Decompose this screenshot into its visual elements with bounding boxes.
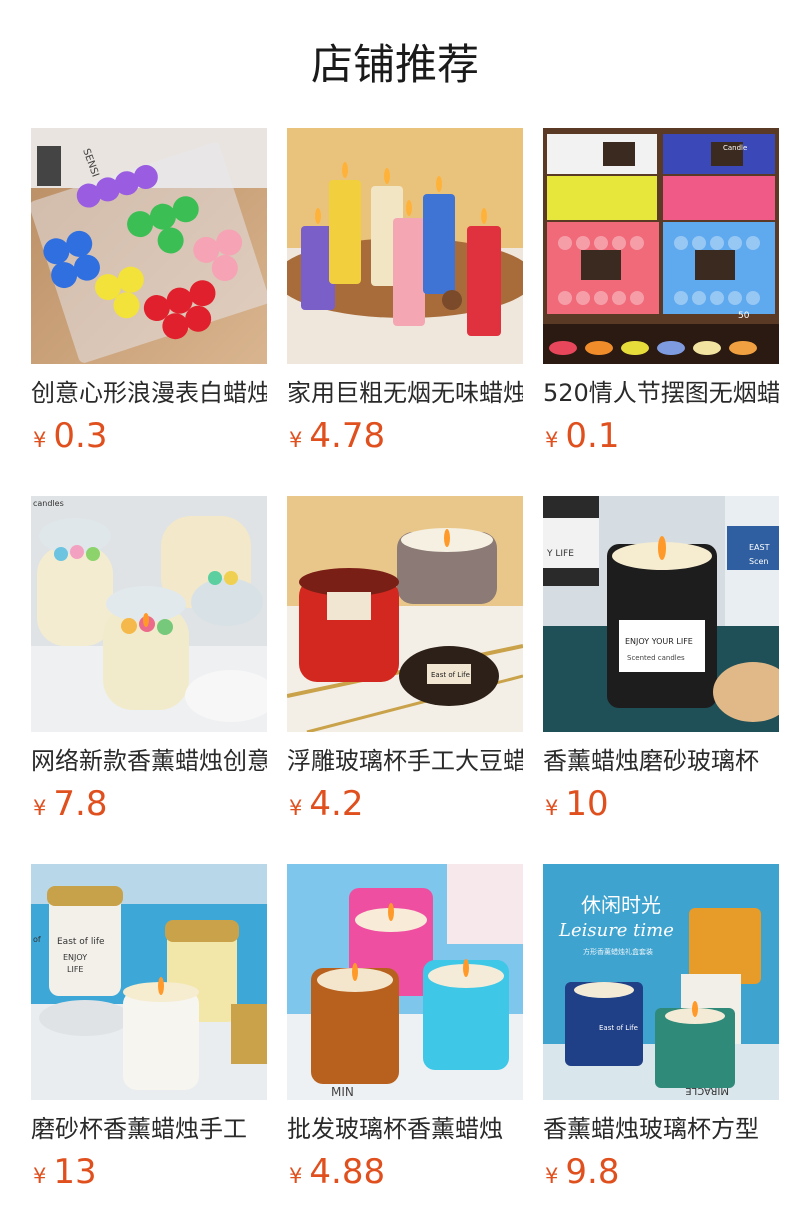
section-title: 店铺推荐 xyxy=(310,40,479,89)
brand-text: Candle xyxy=(723,144,747,152)
product-name[interactable]: 批发玻璃杯香薰蜡烛 xyxy=(287,1112,523,1146)
heading-text: 休闲时光 xyxy=(581,893,661,917)
product-price: ¥7.8 xyxy=(33,782,107,826)
lid-text: East of Life xyxy=(431,671,470,679)
black-glass-candle-image: Y LIFE EAST Scen ENJOY YOUR LIFE Scented… xyxy=(543,496,779,732)
product-price: ¥13 xyxy=(33,1150,97,1194)
jar-text: East of Life xyxy=(599,1024,638,1032)
side-text: EAST xyxy=(749,543,770,552)
product-price: ¥4.88 xyxy=(289,1150,385,1194)
product-price: ¥4.78 xyxy=(289,414,385,458)
jar-text-1: East of life xyxy=(57,937,105,947)
price-value: 0.1 xyxy=(565,416,620,456)
product-image[interactable] xyxy=(287,128,523,364)
pillar-candles-image xyxy=(287,128,523,364)
product-image[interactable]: 休闲时光 Leisure time 方形香薰蜡烛礼盒套装 East of Lif… xyxy=(543,864,779,1100)
product-name[interactable]: 磨砂杯香薰蜡烛手工 xyxy=(31,1112,267,1146)
label-bottom-text: Scented candles xyxy=(627,654,685,662)
box-text: Y LIFE xyxy=(546,549,574,559)
product-price: ¥0.3 xyxy=(33,414,107,458)
currency-symbol: ¥ xyxy=(33,796,47,820)
currency-symbol: ¥ xyxy=(289,796,303,820)
price-value: 9.8 xyxy=(565,1152,620,1192)
price-value: 10 xyxy=(565,784,609,824)
count-text: 50 xyxy=(738,311,750,321)
currency-symbol: ¥ xyxy=(289,1164,303,1188)
footer-text: MIRACLE xyxy=(685,1085,729,1096)
script-text: Leisure time xyxy=(558,920,674,941)
side-subtext: Scen xyxy=(749,557,768,566)
product-image[interactable]: Candle 50 xyxy=(543,128,779,364)
product-image[interactable]: SENSI xyxy=(31,128,267,364)
price-value: 0.3 xyxy=(53,416,108,456)
currency-symbol: ¥ xyxy=(545,428,559,452)
product-image[interactable]: East of Life xyxy=(287,496,523,732)
product-name[interactable]: 香薰蜡烛玻璃杯方型 xyxy=(543,1112,779,1146)
colored-glass-candles-image: MIN xyxy=(287,864,523,1100)
price-value: 4.78 xyxy=(309,416,386,456)
product-name[interactable]: 家用巨粗无烟无味蜡烛 xyxy=(287,376,523,410)
currency-symbol: ¥ xyxy=(33,428,47,452)
price-value: 4.2 xyxy=(309,784,364,824)
product-price: ¥4.2 xyxy=(289,782,363,826)
product-image[interactable]: MIN xyxy=(287,864,523,1100)
tealight-candle-boxes-image: Candle 50 xyxy=(543,128,779,364)
price-value: 4.88 xyxy=(309,1152,386,1192)
product-name[interactable]: 创意心形浪漫表白蜡烛 xyxy=(31,376,267,410)
heart-tealight-candles-image: SENSI xyxy=(31,128,267,364)
product-name[interactable]: 网络新款香薰蜡烛创意 xyxy=(31,744,267,778)
product-price: ¥10 xyxy=(545,782,609,826)
label-top-text: ENJOY YOUR LIFE xyxy=(625,637,693,646)
embossed-glass-candles-image: East of Life xyxy=(287,496,523,732)
price-value: 7.8 xyxy=(53,784,108,824)
square-glass-candles-image: 休闲时光 Leisure time 方形香薰蜡烛礼盒套装 East of Lif… xyxy=(543,864,779,1100)
corner-text: MIN xyxy=(331,1085,354,1099)
jar-text-3: LIFE xyxy=(67,965,83,974)
product-image[interactable]: Y LIFE EAST Scen ENJOY YOUR LIFE Scented… xyxy=(543,496,779,732)
currency-symbol: ¥ xyxy=(545,796,559,820)
product-name[interactable]: 浮雕玻璃杯手工大豆蜡 xyxy=(287,744,523,778)
currency-symbol: ¥ xyxy=(545,1164,559,1188)
frosted-jar-candles-image: East of life ENJOY LIFE of xyxy=(31,864,267,1100)
product-price: ¥9.8 xyxy=(545,1150,619,1194)
currency-symbol: ¥ xyxy=(33,1164,47,1188)
product-image[interactable]: East of life ENJOY LIFE of xyxy=(31,864,267,1100)
label-text: candles xyxy=(33,499,64,508)
currency-symbol: ¥ xyxy=(289,428,303,452)
product-price: ¥0.1 xyxy=(545,414,619,458)
product-name[interactable]: 香薰蜡烛磨砂玻璃杯 xyxy=(543,744,779,778)
product-name[interactable]: 520情人节摆图无烟蜡烛 xyxy=(543,376,779,410)
side-text: of xyxy=(33,935,41,944)
subtitle-text: 方形香薰蜡烛礼盒套装 xyxy=(583,947,653,956)
jar-candles-with-lids-image: candles xyxy=(31,496,267,732)
jar-text-2: ENJOY xyxy=(63,953,87,962)
product-image[interactable]: candles xyxy=(31,496,267,732)
price-value: 13 xyxy=(53,1152,97,1192)
